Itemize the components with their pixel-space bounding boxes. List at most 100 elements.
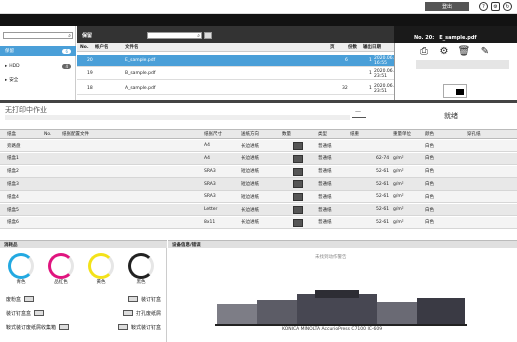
col-quantity[interactable]: 数量 — [282, 130, 291, 138]
row-color: 白色 — [425, 194, 434, 200]
col-size[interactable]: 纸张尺寸 — [204, 130, 222, 138]
help-icon[interactable]: ? — [479, 2, 488, 11]
col-color[interactable]: 颜色 — [425, 130, 434, 138]
table-row[interactable]: 19 B_sample.pdf 1 2020.06.18 23:51 — [77, 68, 400, 80]
punch-waste-icon — [122, 310, 133, 316]
paper-settings-icon[interactable] — [293, 193, 303, 202]
col-filename[interactable]: 文件名 — [125, 43, 139, 51]
delete-icon[interactable]: 🗑 — [457, 45, 471, 58]
paper-settings-icon[interactable] — [293, 218, 303, 227]
logout-button[interactable]: 登出 — [425, 2, 469, 11]
paper-settings-icon[interactable] — [293, 206, 303, 214]
sidebar-item-hdd[interactable]: ▸ HDD 4 — [0, 61, 76, 71]
col-unit[interactable]: 重量单位 — [393, 130, 411, 138]
consumables-header: 消耗品 — [0, 240, 167, 248]
col-direction[interactable]: 送纸方向 — [241, 130, 259, 138]
tray-row[interactable]: 纸盒1 A4 长边进纸 普通纸 62-74 g/m² 白色 — [0, 152, 517, 166]
saddle-staple-icon — [117, 324, 128, 330]
col-punched[interactable]: 穿孔纸 — [467, 130, 481, 138]
sidebar-item-secure[interactable]: ▸ 安全 — [0, 75, 76, 85]
col-weight[interactable]: 纸重 — [350, 130, 359, 138]
row-size: SRA3 — [204, 181, 216, 187]
table-row[interactable]: 20 E_sample.pdf 6 1 2020.06.23 16:55 — [77, 55, 400, 67]
row-weight: 52-61 — [376, 194, 390, 200]
staple-label: 装订钉盒 — [140, 296, 161, 303]
col-profile[interactable]: 纸张配置文件 — [62, 130, 89, 138]
count-badge: 6 — [62, 48, 71, 54]
consumable-list: 废粉盒 装订钉盒 装订钉盒盒 打孔废纸屑 鞍式装订废纸屑收集箱 鞍式装订钉盒 — [6, 292, 161, 334]
file-table-header: No. 帐户名 文件名 页 份数 输出日期 — [77, 43, 394, 52]
sidebar-item-label: HDD — [9, 63, 20, 69]
status-line — [352, 117, 366, 118]
status-dash: — — [355, 108, 361, 115]
tray-row[interactable]: 旁路盘 A4 长边进纸 普通纸 白色 — [0, 140, 517, 153]
paper-settings-icon[interactable] — [293, 142, 303, 150]
toner-yellow: 黄色 — [88, 253, 114, 285]
status-monitor-icon[interactable]: ⚙ — [491, 2, 500, 11]
tray-row[interactable]: 纸盒6 8x11 长边进纸 普通纸 52-61 g/m² 白色 — [0, 216, 517, 230]
row-direction: 短边进纸 — [241, 182, 259, 188]
page-preview-thumbnail[interactable] — [443, 84, 467, 98]
row-copies: 1 — [369, 58, 372, 63]
toner-label: 黄色 — [96, 280, 106, 285]
status-progress-bar — [5, 115, 350, 120]
filter-button[interactable] — [204, 32, 212, 39]
punch-waste-label: 打孔废纸屑 — [135, 310, 161, 317]
sidebar-search-input[interactable]: ⌕ — [3, 32, 73, 39]
col-copies[interactable]: 份数 — [348, 43, 357, 51]
file-search-input[interactable]: ⌕ — [147, 32, 202, 39]
row-type: 普通纸 — [318, 220, 332, 226]
row-copies: 1 — [369, 71, 372, 76]
row-tray: 纸盒6 — [7, 220, 19, 226]
tray-row[interactable]: 纸盒4 SRA3 短边进纸 普通纸 52-61 g/m² 白色 — [0, 191, 517, 204]
col-date[interactable]: 输出日期 — [363, 43, 381, 51]
tray-row[interactable]: 纸盒5 Letter 长边进纸 普通纸 52-61 g/m² 白色 — [0, 204, 517, 217]
row-color: 白色 — [425, 220, 434, 226]
col-no[interactable]: No. — [44, 130, 51, 138]
col-no[interactable]: No. — [80, 43, 89, 51]
row-size: Letter — [204, 207, 218, 213]
search-icon: ⌕ — [197, 33, 200, 39]
paper-settings-icon[interactable] — [293, 180, 303, 189]
sidebar-item-hold[interactable]: 保留 6 — [0, 46, 76, 56]
row-color: 白色 — [425, 156, 434, 162]
saddle-waste-icon — [59, 324, 70, 330]
saddle-waste-label: 鞍式装订废纸屑收集箱 — [6, 324, 57, 331]
col-tray[interactable]: 纸盒 — [7, 130, 16, 138]
row-size: 8x11 — [204, 219, 216, 225]
row-tray: 纸盒4 — [7, 194, 19, 200]
row-no: 18 — [87, 86, 93, 91]
row-weight: 52-61 — [376, 181, 390, 187]
table-row[interactable]: 18 A_sample.pdf 32 1 2020.06.18 23:51 — [77, 83, 400, 95]
row-direction: 长边进纸 — [241, 220, 259, 226]
waste-toner-label: 废粉盒 — [6, 296, 22, 303]
toner-magenta: 品红色 — [48, 253, 74, 285]
refresh-icon[interactable]: ↻ — [503, 2, 512, 11]
col-pages[interactable]: 页 — [330, 43, 335, 51]
tab-bar — [0, 14, 517, 26]
toner-label: 黑色 — [136, 280, 146, 285]
col-account[interactable]: 帐户名 — [95, 43, 109, 51]
hold-settings-icon[interactable]: ⚙ — [437, 45, 451, 58]
paper-settings-icon[interactable] — [293, 167, 303, 176]
toner-label: 品红色 — [54, 280, 68, 285]
edit-icon[interactable]: ✎ — [478, 45, 492, 58]
print-icon[interactable]: ⎙ — [417, 45, 431, 58]
saddle-staple-label: 鞍式装订钉盒 — [130, 324, 161, 331]
job-detail-header: No. 20: E_sample.pdf — [394, 26, 517, 43]
row-size: SRA3 — [204, 168, 216, 174]
col-type[interactable]: 类型 — [318, 130, 327, 138]
row-size: A4 — [204, 155, 210, 161]
row-direction: 长边进纸 — [241, 207, 259, 213]
toner-cyan-ring — [8, 253, 34, 279]
tray-table-header: 纸盒 No. 纸张配置文件 纸张尺寸 送纸方向 数量 类型 纸重 重量单位 颜色… — [0, 129, 517, 139]
row-type: 普通纸 — [318, 143, 332, 149]
row-pages: 6 — [345, 58, 348, 63]
tab-job-management[interactable]: 作业管理 — [28, 0, 48, 12]
paper-settings-icon[interactable] — [293, 154, 303, 163]
tray-row[interactable]: 纸盒3 SRA3 短边进纸 普通纸 52-61 g/m² 白色 — [0, 178, 517, 191]
tab-settings[interactable]: 配置 — [110, 0, 120, 12]
row-direction: 长边进纸 — [241, 143, 259, 149]
toner-black: 黑色 — [128, 253, 154, 285]
tray-row[interactable]: 纸盒2 SRA3 短边进纸 普通纸 52-61 g/m² 白色 — [0, 165, 517, 178]
